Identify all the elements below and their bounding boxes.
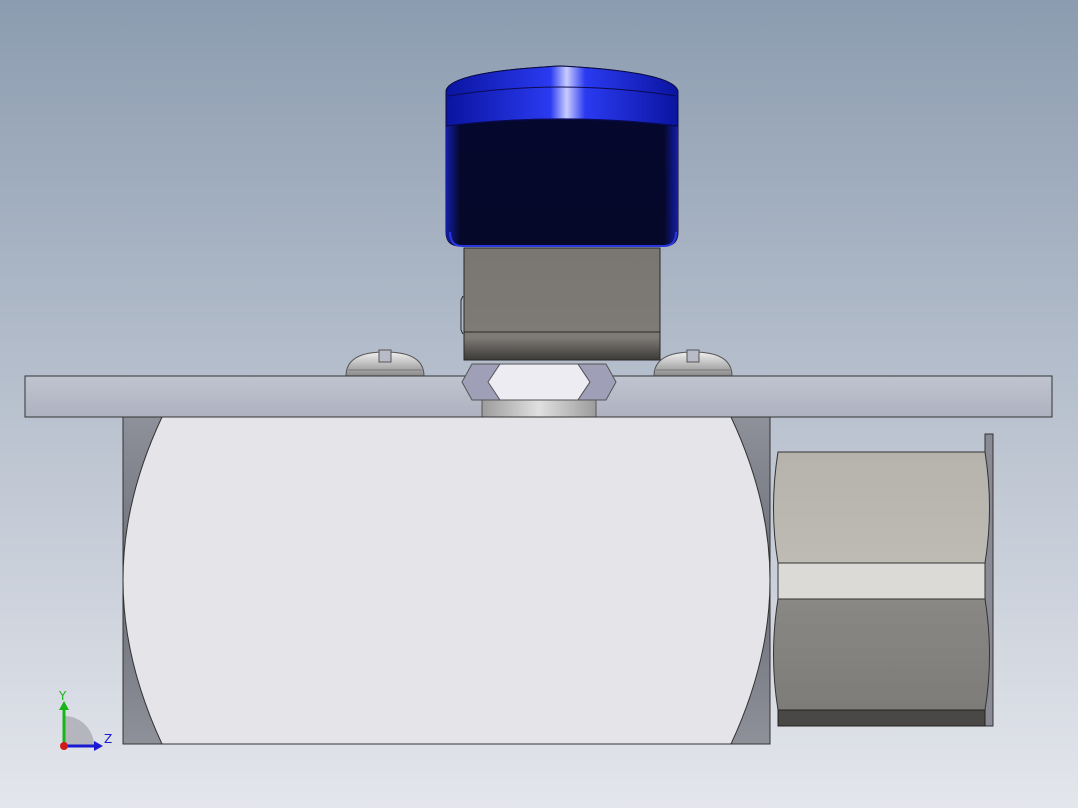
graphics-viewport[interactable]: Y Z: [0, 0, 1078, 808]
screw-right-slot: [686, 349, 700, 363]
panel-nut-center-flat: [487, 363, 591, 401]
model-canvas[interactable]: Y Z: [0, 0, 1078, 808]
fitting-lower-hex: [773, 598, 990, 711]
triad-z-label: Z: [104, 732, 112, 746]
knob-side-shading: [446, 120, 678, 246]
fitting-upper-hex: [773, 451, 990, 564]
fitting-bottom-shadow: [777, 709, 986, 727]
triad-y-label: Y: [58, 689, 67, 703]
knob-top-rim: [445, 65, 679, 127]
triad-x-origin-icon: [60, 742, 68, 750]
bonnet-body: [463, 247, 661, 361]
knob[interactable]: [445, 65, 679, 247]
side-fitting[interactable]: [773, 433, 994, 727]
panel-nut[interactable]: [461, 363, 617, 401]
valve-neck: [481, 399, 597, 418]
valve-body[interactable]: [122, 416, 771, 745]
fitting-center-band: [777, 562, 986, 600]
screw-left-slot: [378, 349, 392, 363]
bonnet[interactable]: [460, 247, 661, 361]
valve-body-face: [122, 416, 771, 745]
